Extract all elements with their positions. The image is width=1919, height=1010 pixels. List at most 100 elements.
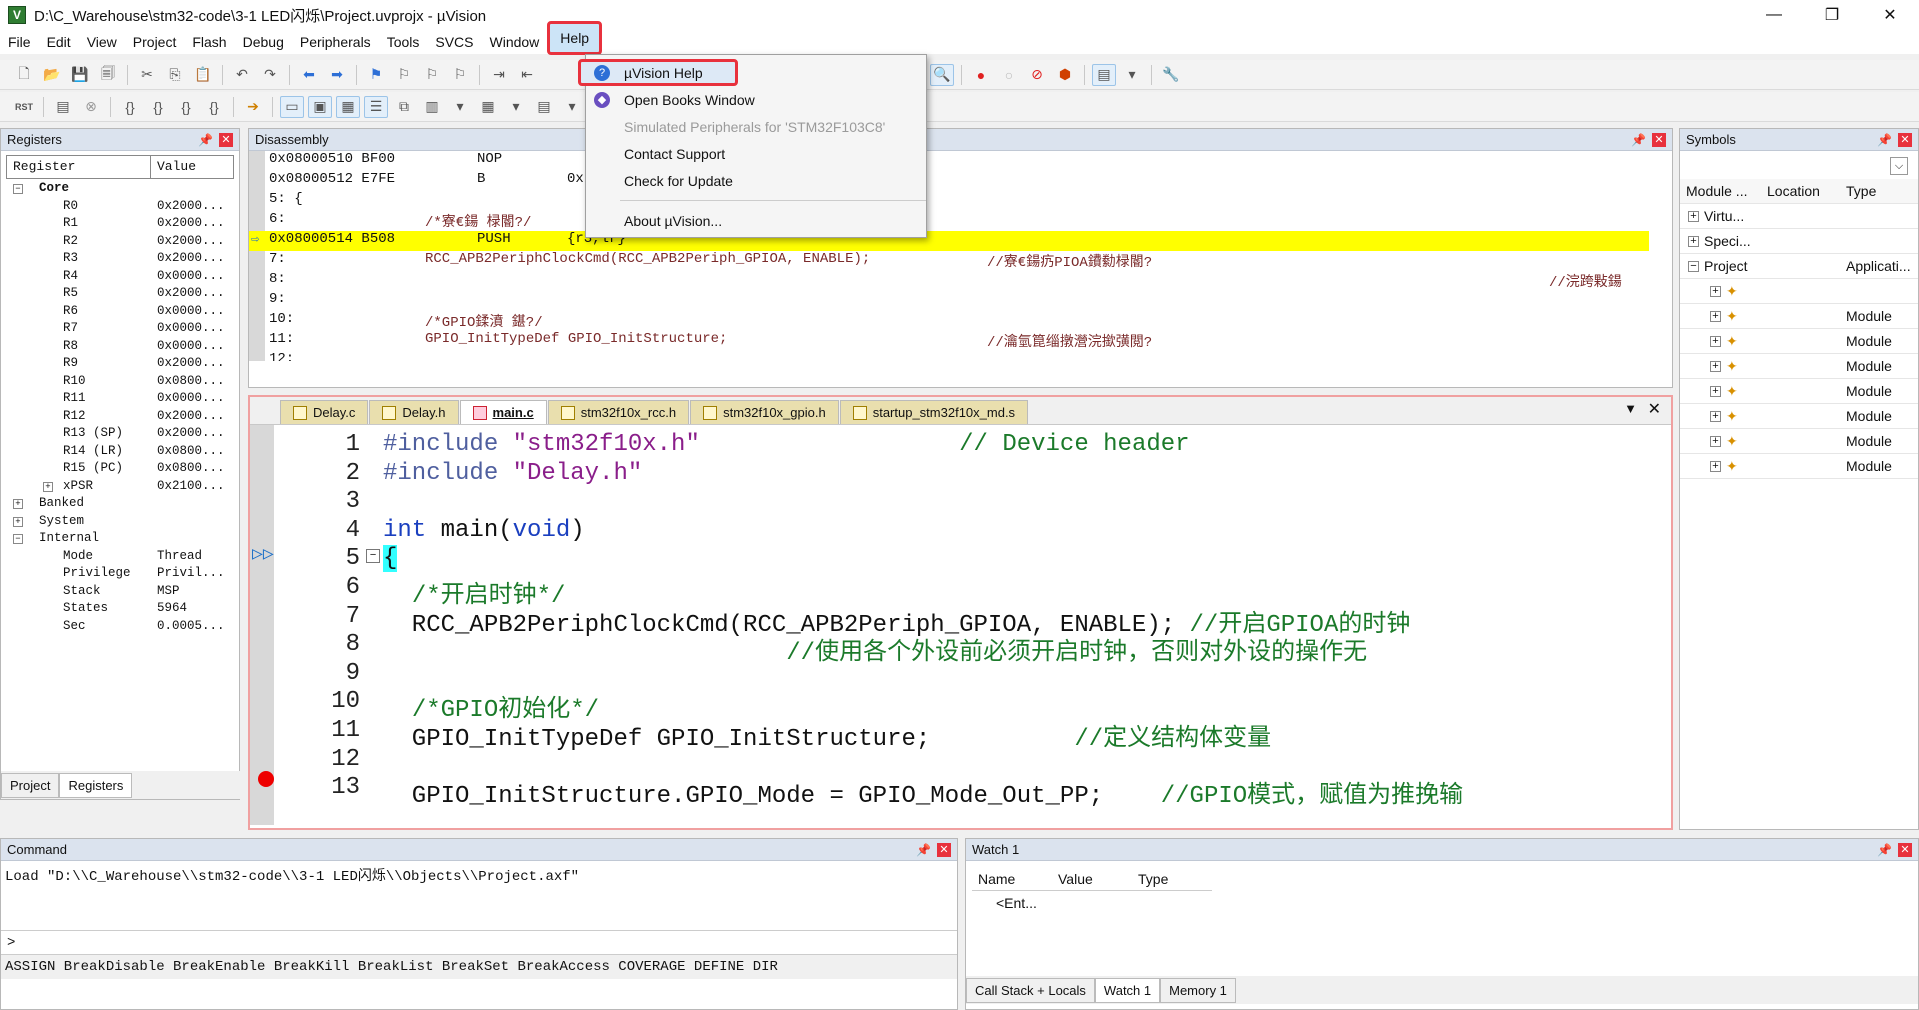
register-row[interactable]: R14 (LR) 0x0800... (1, 444, 239, 462)
register-row[interactable]: − Internal (1, 531, 239, 549)
menu-window[interactable]: Window (482, 30, 548, 54)
tree-expander-icon[interactable]: + (43, 481, 53, 492)
nav-back-icon[interactable]: ⬅ (297, 64, 321, 86)
run-to-cursor-icon[interactable]: {} (202, 96, 226, 118)
code-line[interactable]: 13 GPIO_InitStructure.GPIO_Mode = GPIO_M… (250, 774, 1670, 810)
disassembly-line[interactable]: 6: /*寮€鍚 椂閽?/ (249, 211, 1649, 231)
menu-tools[interactable]: Tools (379, 30, 428, 54)
tree-expander-icon[interactable]: + (1710, 361, 1721, 372)
close-panel-icon[interactable]: ✕ (937, 842, 951, 857)
bookmark-next-icon[interactable]: ⚐ (420, 64, 444, 86)
serial-window-icon[interactable]: ▤ (532, 96, 556, 118)
show-next-statement-icon[interactable]: ➔ (241, 96, 265, 118)
breakpoint-insert-icon[interactable]: ● (969, 64, 993, 86)
reset-cpu-icon[interactable]: RST (12, 96, 36, 118)
menu-project[interactable]: Project (125, 30, 185, 54)
register-row[interactable]: R7 0x0000... (1, 321, 239, 339)
redo-icon[interactable]: ↷ (258, 64, 282, 86)
close-panel-icon[interactable]: ✕ (1898, 132, 1912, 147)
symbol-row[interactable]: − Project Applicati... (1680, 254, 1918, 279)
tree-expander-icon[interactable]: + (13, 516, 23, 527)
tab-call-stack-locals[interactable]: Call Stack + Locals (966, 977, 1095, 1003)
disassembly-line[interactable]: 12: (249, 351, 1649, 361)
register-row[interactable]: R12 0x2000... (1, 409, 239, 427)
tree-expander-icon[interactable]: + (1710, 386, 1721, 397)
register-row[interactable]: R10 0x0800... (1, 374, 239, 392)
undo-icon[interactable]: ↶ (230, 64, 254, 86)
col-value[interactable]: Value (1052, 867, 1132, 890)
bookmark-icon[interactable]: ⚑ (364, 64, 388, 86)
pin-icon[interactable]: 📌 (1877, 133, 1892, 147)
help-menu-item-check-for-update[interactable]: Check for Update (586, 167, 926, 194)
register-row[interactable]: R15 (PC) 0x0800... (1, 461, 239, 479)
memory-window-icon[interactable]: ▦ (476, 96, 500, 118)
code-line[interactable]: 11 GPIO_InitTypeDef GPIO_InitStructure; … (250, 717, 1670, 753)
window-layout-icon[interactable]: ▤ (1092, 63, 1116, 86)
symbol-row[interactable]: + Speci... (1680, 229, 1918, 254)
symbol-row[interactable]: + ✦ Module (1680, 329, 1918, 354)
close-panel-icon[interactable]: ✕ (219, 132, 233, 147)
maximize-button[interactable]: ❐ (1803, 0, 1861, 30)
menu-peripherals[interactable]: Peripherals (292, 30, 379, 54)
dropdown-arrow-icon[interactable]: ▾ (448, 96, 472, 118)
step-over-icon[interactable]: {} (146, 96, 170, 118)
tab-stm32f10x-gpio-h[interactable]: stm32f10x_gpio.h (690, 400, 839, 424)
code-line[interactable]: 5{ (250, 545, 1670, 574)
code-line[interactable]: 10 /*GPIO初始化*/ (250, 688, 1670, 724)
tab-startup-stm32f10x-md-s[interactable]: startup_stm32f10x_md.s (839, 400, 1029, 424)
register-row[interactable]: States 5964 (1, 601, 239, 619)
register-row[interactable]: + xPSR 0x2100... (1, 479, 239, 497)
symbol-row[interactable]: + ✦ Module (1680, 354, 1918, 379)
menu-svcs[interactable]: SVCS (427, 30, 481, 54)
symbol-row[interactable]: + ✦ (1680, 279, 1918, 304)
register-row[interactable]: − Core (1, 181, 239, 199)
code-line[interactable]: 4 int main(void) (250, 517, 1670, 546)
tree-expander-icon[interactable]: + (1710, 436, 1721, 447)
close-window-button[interactable]: ✕ (1861, 0, 1919, 30)
step-into-icon[interactable]: {} (118, 96, 142, 118)
register-row[interactable]: R5 0x2000... (1, 286, 239, 304)
pin-icon[interactable]: 📌 (1631, 133, 1646, 147)
code-line[interactable]: 12 (250, 746, 1670, 775)
menu-edit[interactable]: Edit (39, 30, 79, 54)
disassembly-line[interactable]: 0x08000512 E7FE B 0x (249, 171, 1649, 191)
minimize-button[interactable]: — (1745, 0, 1803, 30)
tab-memory-1[interactable]: Memory 1 (1160, 977, 1236, 1003)
dropdown-arrow-icon[interactable]: ▾ (504, 96, 528, 118)
tree-expander-icon[interactable]: + (1710, 311, 1721, 322)
tab-delay-c[interactable]: Delay.c (280, 400, 369, 424)
register-row[interactable]: Privilege Privil... (1, 566, 239, 584)
disassembly-line[interactable]: 10: /*GPIO鍒濆 鍖?/ (249, 311, 1649, 331)
tab-delay-h[interactable]: Delay.h (369, 400, 459, 424)
step-out-icon[interactable]: {} (174, 96, 198, 118)
code-line[interactable]: 1 #include "stm32f10x.h" // Device header (250, 431, 1670, 460)
close-tab-icon[interactable]: ✕ (1648, 399, 1661, 419)
tree-expander-icon[interactable]: − (13, 534, 23, 544)
breakpoint-kill-all-icon[interactable]: ⬢ (1053, 64, 1077, 86)
disassembly-line[interactable]: 5: { (249, 191, 1649, 211)
copy-icon[interactable]: ⎘ (163, 64, 187, 86)
disassembly-line[interactable]: ⇨ 0x08000514 B508 PUSH {r3,lr} (249, 231, 1649, 251)
breakpoint-disable-all-icon[interactable]: ⊘ (1025, 64, 1049, 86)
symbol-row[interactable]: + ✦ Module (1680, 429, 1918, 454)
menu-file[interactable]: File (0, 30, 39, 54)
stop-icon[interactable]: ⊗ (79, 96, 103, 118)
tree-expander-icon[interactable]: + (13, 499, 23, 509)
disassembly-window-icon[interactable]: ▣ (308, 95, 332, 118)
cut-icon[interactable]: ✂ (135, 64, 159, 86)
col-module[interactable]: Module ... (1686, 183, 1747, 199)
code-line[interactable]: 8 //使用各个外设前必须开启时钟，否则对外设的操作无 (250, 631, 1670, 667)
register-row[interactable]: + Banked (1, 496, 239, 514)
code-line[interactable]: 6 /*开启时钟*/ (250, 574, 1670, 610)
save-all-icon[interactable]: 🗐 (96, 64, 120, 86)
registers-window-icon[interactable]: ☰ (364, 95, 388, 118)
debug-session-icon[interactable]: 🔍 (930, 63, 954, 86)
disassembly-line[interactable]: 11: GPIO_InitTypeDef GPIO_InitStructure; /… (249, 331, 1649, 351)
bookmark-prev-icon[interactable]: ⚐ (392, 64, 416, 86)
pin-icon[interactable]: 📌 (1877, 843, 1892, 857)
save-icon[interactable]: 💾 (68, 64, 92, 86)
command-input[interactable]: > (1, 931, 957, 955)
pin-icon[interactable]: 📌 (198, 133, 213, 147)
watch-window-icon[interactable]: ▥ (420, 96, 444, 118)
disassembly-line[interactable]: 0x08000510 BF00 NOP (249, 151, 1649, 171)
